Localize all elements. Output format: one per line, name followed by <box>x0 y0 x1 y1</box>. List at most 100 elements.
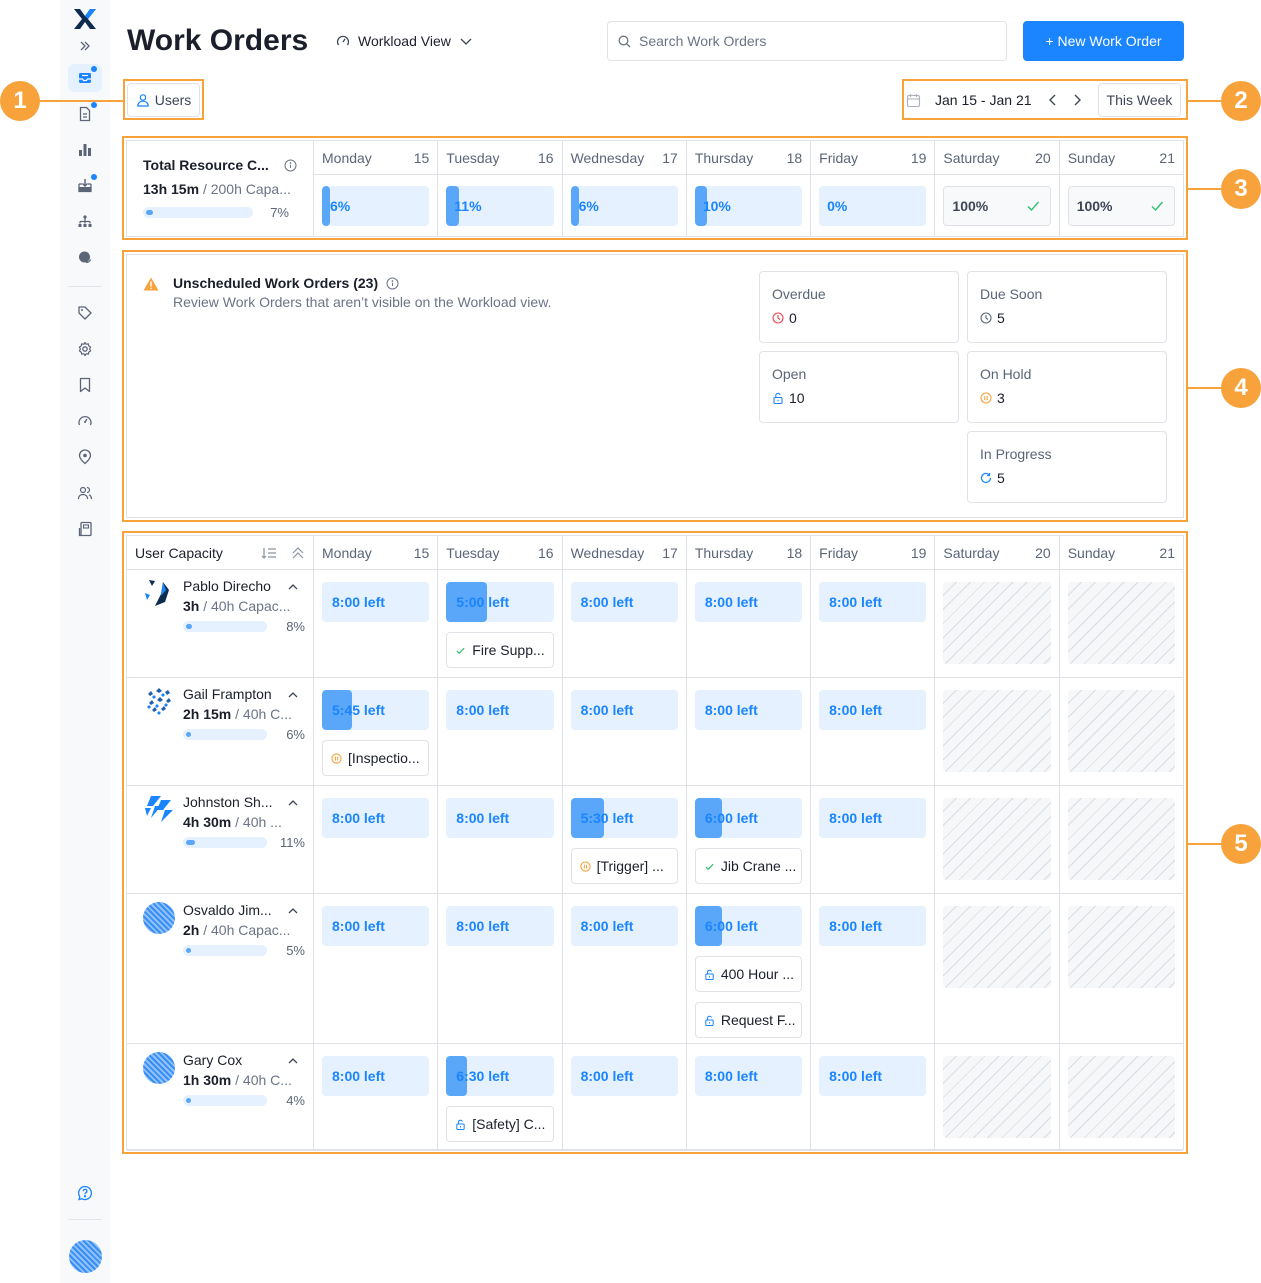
previous-week-button[interactable] <box>1046 93 1060 107</box>
stat-card-in-progress[interactable]: In Progress 5 <box>967 431 1167 503</box>
time-left-box[interactable]: 8:00 left <box>819 690 927 730</box>
stat-card-overdue[interactable]: Overdue 0 <box>759 271 959 343</box>
time-left-box[interactable]: 8:00 left <box>570 1056 678 1096</box>
work-order-chip[interactable]: [Safety] C... <box>446 1106 554 1142</box>
sidebar-item-categories[interactable] <box>68 299 102 327</box>
day-date: 17 <box>662 544 678 561</box>
sidebar-item-assets[interactable] <box>68 208 102 236</box>
sidebar-item-settings[interactable] <box>68 335 102 363</box>
search-icon <box>618 35 631 47</box>
time-left-box[interactable]: 8:00 left <box>570 690 678 730</box>
time-left-box[interactable]: 8:00 left <box>694 582 803 622</box>
time-left-label: 8:00 left <box>704 594 758 610</box>
user-name[interactable]: Pablo Direcho <box>183 578 271 594</box>
time-left-box[interactable]: 8:00 left <box>446 798 554 838</box>
chevron-up-icon[interactable] <box>287 581 299 593</box>
work-order-chip[interactable]: Request F... <box>694 1002 803 1038</box>
work-order-chip[interactable]: Jib Crane ... <box>694 848 803 884</box>
chevron-up-icon[interactable] <box>287 1055 299 1067</box>
chevron-up-icon[interactable] <box>287 797 299 809</box>
time-left-box[interactable]: 8:00 left <box>694 1056 803 1096</box>
chevron-up-icon[interactable] <box>287 905 299 917</box>
daily-capacity-box[interactable]: 0% <box>819 186 927 226</box>
bar-chart-icon <box>79 144 91 156</box>
inbox-download-icon <box>78 179 92 193</box>
current-user-avatar[interactable] <box>68 1240 102 1273</box>
daily-capacity-box[interactable]: 11% <box>446 186 554 226</box>
time-left-box[interactable]: 8:00 left <box>322 582 430 622</box>
user-day-cell: 8:00 left <box>561 678 686 786</box>
time-left-box[interactable]: 8:00 left <box>322 798 430 838</box>
users-filter-button[interactable]: Users <box>127 83 200 117</box>
day-header: Monday 15 <box>313 536 438 570</box>
unscheduled-title[interactable]: Unscheduled Work Orders (23) <box>173 275 378 291</box>
time-left-box[interactable]: 8:00 left <box>819 798 927 838</box>
info-icon[interactable] <box>284 159 297 172</box>
time-left-box[interactable]: 5:30 left <box>570 798 678 838</box>
expand-sidebar-button[interactable] <box>68 36 102 56</box>
sidebar-item-work-orders[interactable] <box>68 64 102 92</box>
sidebar-item-teams[interactable] <box>68 479 102 507</box>
annotation-badge-1: 1 <box>0 81 40 121</box>
sidebar-item-messages[interactable] <box>68 244 102 272</box>
user-name[interactable]: Johnston Sh... <box>183 794 273 810</box>
time-left-box[interactable]: 8:00 left <box>446 906 554 946</box>
time-left-box[interactable]: 6:00 left <box>694 906 803 946</box>
sidebar-item-library[interactable] <box>68 371 102 399</box>
user-name[interactable]: Gail Frampton <box>183 686 272 702</box>
daily-capacity-box[interactable]: 100% <box>1067 186 1175 226</box>
time-left-box[interactable]: 8:00 left <box>694 690 803 730</box>
time-left-box[interactable]: 8:00 left <box>322 906 430 946</box>
stat-label: Open <box>772 366 807 382</box>
calendar-icon[interactable] <box>906 93 921 108</box>
this-week-button[interactable]: This Week <box>1097 83 1182 117</box>
user-name[interactable]: Osvaldo Jim... <box>183 902 272 918</box>
time-left-box[interactable]: 8:00 left <box>570 906 678 946</box>
time-left-box[interactable]: 8:00 left <box>570 582 678 622</box>
work-order-chip[interactable]: [Inspectio... <box>322 740 430 776</box>
work-order-chip[interactable]: Fire Supp... <box>446 632 554 668</box>
sidebar-item-meters[interactable] <box>68 407 102 435</box>
time-left-box[interactable]: 6:30 left <box>446 1056 554 1096</box>
app-logo[interactable] <box>72 6 98 32</box>
time-left-box[interactable]: 8:00 left <box>819 1056 927 1096</box>
time-left-box[interactable]: 5:45 left <box>322 690 430 730</box>
work-order-chip[interactable]: 400 Hour ... <box>694 956 803 992</box>
day-date: 16 <box>537 544 554 561</box>
work-order-chip[interactable]: [Trigger] ... <box>570 848 678 884</box>
next-week-button[interactable] <box>1070 93 1084 107</box>
sort-icon[interactable] <box>261 546 277 560</box>
sidebar-item-reporting[interactable] <box>68 136 102 164</box>
stat-card-open[interactable]: Open 10 <box>759 351 959 423</box>
daily-capacity-box[interactable]: 100% <box>943 186 1051 226</box>
daily-capacity-box[interactable]: 6% <box>570 186 678 226</box>
view-selector[interactable]: Workload View <box>336 33 473 49</box>
search-box[interactable] <box>607 21 1007 61</box>
time-left-box[interactable]: 8:00 left <box>322 1056 430 1096</box>
time-left-box[interactable]: 8:00 left <box>446 690 554 730</box>
day-name: Monday <box>322 544 372 561</box>
chevron-up-icon[interactable] <box>287 689 299 701</box>
user-progress-bar <box>183 621 267 632</box>
collapse-all-icon[interactable] <box>291 546 305 560</box>
stat-card-on-hold[interactable]: On Hold 3 <box>967 351 1167 423</box>
user-name[interactable]: Gary Cox <box>183 1052 242 1068</box>
new-work-order-button[interactable]: + New Work Order <box>1023 21 1184 61</box>
sidebar-item-purchase-orders[interactable] <box>68 172 102 200</box>
user-percent: 5% <box>286 943 305 958</box>
sidebar-item-parts[interactable] <box>68 515 102 543</box>
date-range-label[interactable]: Jan 15 - Jan 21 <box>935 92 1032 108</box>
daily-capacity-box[interactable]: 6% <box>322 186 430 226</box>
time-left-box[interactable]: 6:00 left <box>694 798 803 838</box>
time-left-box[interactable]: 8:00 left <box>819 906 927 946</box>
sidebar-item-locations[interactable] <box>68 443 102 471</box>
sidebar-item-requests[interactable] <box>68 100 102 128</box>
time-left-box[interactable]: 8:00 left <box>819 582 927 622</box>
day-header: Wednesday 17 <box>561 141 686 175</box>
info-icon[interactable] <box>386 277 399 290</box>
daily-capacity-box[interactable]: 10% <box>694 186 803 226</box>
time-left-box[interactable]: 5:00 left <box>446 582 554 622</box>
help-button[interactable] <box>68 1179 102 1207</box>
search-input[interactable] <box>639 33 979 49</box>
stat-card-due-soon[interactable]: Due Soon 5 <box>967 271 1167 343</box>
